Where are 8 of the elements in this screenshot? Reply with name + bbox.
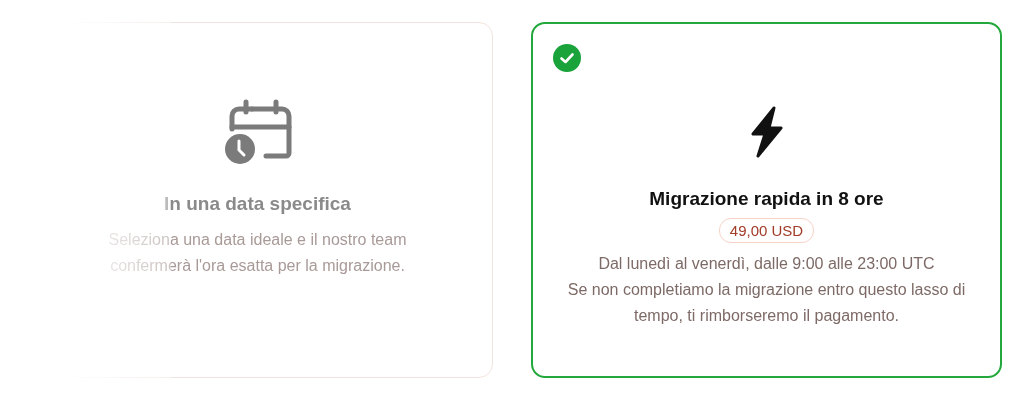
option-title: In una data specifica	[164, 193, 351, 215]
check-icon	[553, 44, 581, 72]
option-description: Dal lunedì al venerdì, dalle 9:00 alle 23:00 UTC	[598, 254, 935, 274]
option-description: Se non completiamo la migrazione entro questo lasso di tempo, ti rimborseremo il pagamento.	[566, 280, 967, 326]
lightning-icon	[749, 106, 784, 158]
option-title: Migrazione rapida in 8 ore	[649, 188, 884, 210]
price-tag: 49,00 USD	[718, 218, 815, 243]
option-card[interactable]: Migrazione rapida in 8 ore 49,00 USD Dal lunedì al venerdì, dalle 9:00 alle 23:00 UTC Se non completiamo la migrazione entro questo lasso di tempo, ti rimborseremo il pagamento.	[531, 22, 1002, 378]
